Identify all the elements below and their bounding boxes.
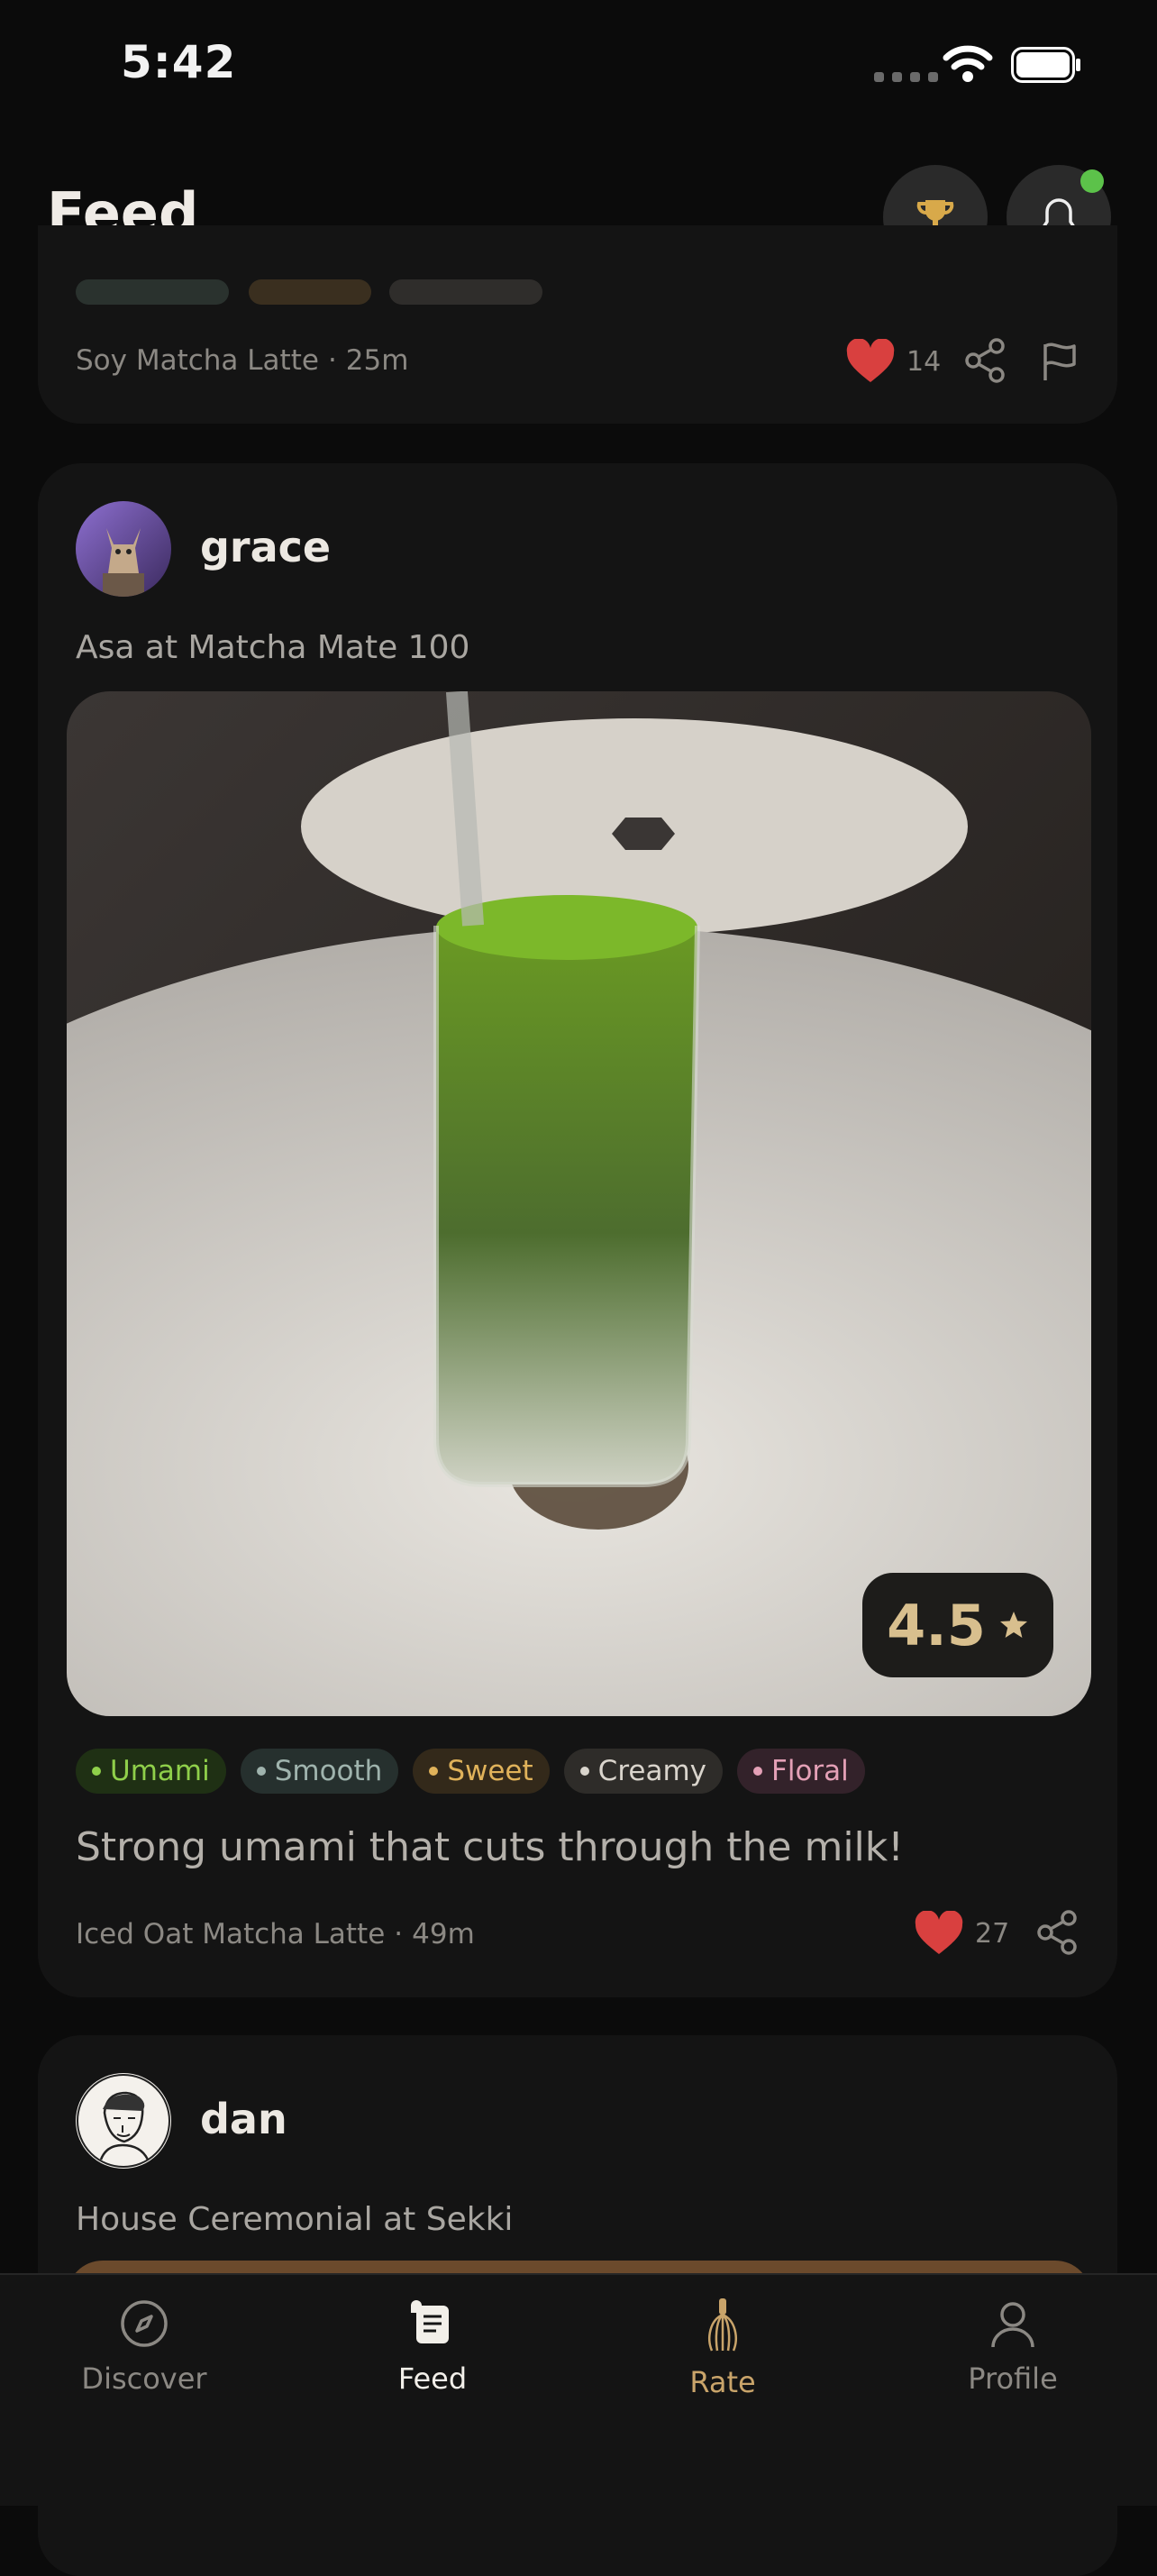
tab-bar: Discover Feed Rate Profile — [0, 2273, 1157, 2506]
like-count: 14 — [906, 346, 942, 378]
post-age: 49m — [412, 1918, 475, 1950]
matcha-drink-photo — [67, 691, 1091, 1716]
tab-feed[interactable]: Feed — [324, 2298, 541, 2396]
cellular-signal-icon — [874, 72, 938, 82]
like-count: 27 — [975, 1918, 1010, 1950]
cafe-name[interactable]: House Ceremonial at Sekki — [76, 2201, 513, 2238]
tag-partial — [249, 279, 371, 305]
heart-icon[interactable] — [914, 1911, 964, 1956]
wifi-icon — [943, 45, 993, 82]
flag-icon[interactable] — [1040, 341, 1080, 382]
tab-profile[interactable]: Profile — [905, 2298, 1121, 2396]
tab-label: Rate — [689, 2365, 756, 2399]
username[interactable]: grace — [200, 523, 331, 571]
drink-name: Soy Matcha Latte — [76, 344, 319, 377]
status-time: 5:42 — [121, 36, 237, 88]
flavor-tag: Sweet — [413, 1749, 550, 1794]
tab-discover[interactable]: Discover — [36, 2298, 252, 2396]
share-icon[interactable] — [1034, 1909, 1080, 1956]
heart-icon[interactable] — [845, 339, 896, 384]
flavor-tag: Creamy — [563, 1749, 723, 1794]
flavor-tag: Umami — [76, 1749, 226, 1794]
flavor-tags: Umami Smooth Sweet Creamy Floral — [76, 1749, 865, 1794]
post-meta: Soy Matcha Latte · 25m — [76, 344, 409, 377]
tab-label: Feed — [397, 2361, 468, 2396]
share-icon[interactable] — [962, 337, 1007, 384]
flavor-tag: Floral — [737, 1749, 865, 1794]
tag-partial — [76, 279, 229, 305]
battery-icon — [1011, 47, 1080, 83]
review-text: Strong umami that cuts through the milk! — [76, 1824, 904, 1870]
tag-partial — [389, 279, 542, 305]
drink-name: Iced Oat Matcha Latte — [76, 1918, 386, 1950]
username[interactable]: dan — [200, 2095, 287, 2143]
cat-avatar-image — [76, 501, 171, 597]
avatar[interactable] — [76, 2073, 171, 2169]
flavor-tag: Smooth — [240, 1749, 399, 1794]
notification-badge — [1080, 169, 1104, 193]
sketch-portrait-avatar-image — [77, 2074, 170, 2168]
post-photo[interactable] — [67, 691, 1091, 1716]
post-age: 25m — [345, 344, 409, 377]
rating-badge: 4.5 — [862, 1573, 1053, 1677]
avatar[interactable] — [76, 501, 171, 597]
tab-label: Profile — [968, 2361, 1058, 2396]
tab-label: Discover — [81, 2361, 207, 2396]
scroll-icon — [411, 2300, 449, 2343]
cafe-name[interactable]: Asa at Matcha Mate 100 — [76, 629, 469, 666]
person-icon — [991, 2302, 1034, 2348]
whisk-icon — [708, 2298, 737, 2352]
post-meta: Iced Oat Matcha Latte · 49m — [76, 1918, 475, 1950]
star-icon — [999, 1612, 1027, 1638]
tab-rate[interactable]: Rate — [615, 2298, 831, 2399]
post-card-previous — [38, 225, 1117, 424]
compass-icon — [121, 2300, 168, 2347]
rating-value: 4.5 — [887, 1592, 986, 1658]
